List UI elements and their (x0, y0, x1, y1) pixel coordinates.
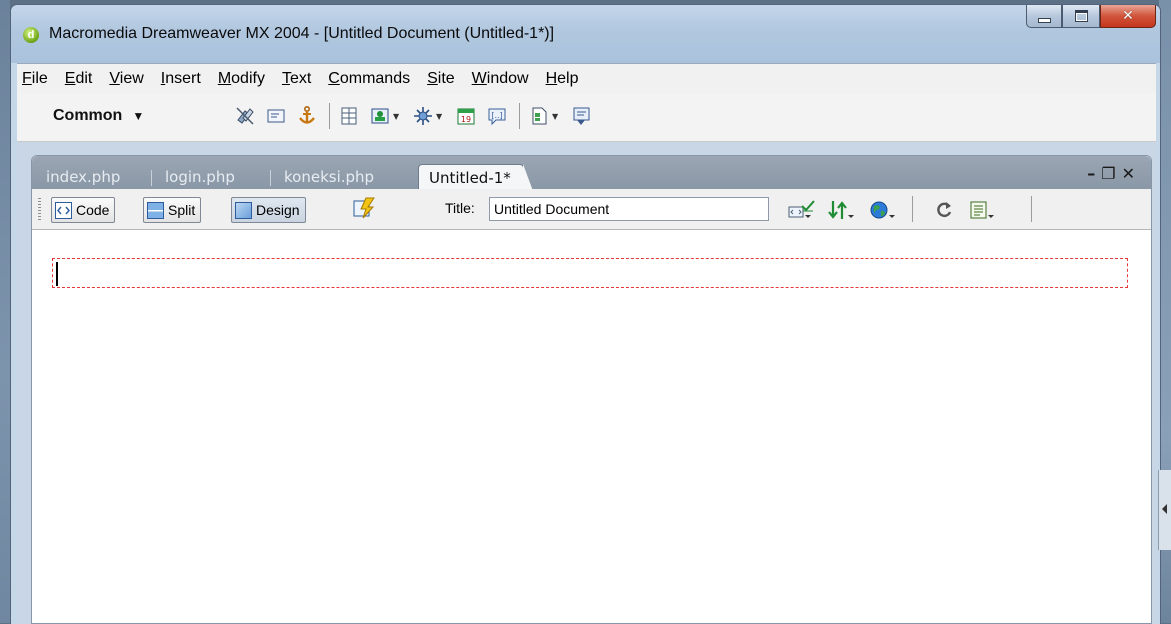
document-minimize-icon[interactable]: – (1087, 164, 1101, 183)
document-window-controls: –❐✕ (1087, 164, 1141, 183)
menu-insert[interactable]: Insert (160, 70, 202, 88)
title-bar[interactable]: d Macromedia Dreamweaver MX 2004 - [Unti… (11, 5, 1160, 63)
email-link-icon[interactable] (265, 105, 287, 127)
tab-separator (270, 170, 271, 186)
code-view-icon (55, 201, 72, 219)
document-toolbar: Code Split Design Title: Untitled Docume… (32, 189, 1151, 230)
document-window: index.php login.php koneksi.php Untitled… (31, 155, 1152, 624)
tab-separator (151, 170, 152, 186)
insert-icons: ▼ ▼ 19 [..] ▼ (234, 102, 602, 130)
comment-icon[interactable]: [..] (486, 105, 508, 127)
window-controls: ✕ (1026, 5, 1156, 28)
tab-index-php[interactable]: index.php (46, 166, 120, 189)
refresh-design-view-icon[interactable] (934, 199, 954, 221)
menu-modify[interactable]: Modify (217, 70, 266, 88)
split-view-icon (147, 201, 164, 219)
design-view-icon (235, 201, 252, 219)
live-data-icon[interactable] (352, 197, 378, 219)
toolbar-separator (329, 103, 330, 129)
toolbar-separator (1031, 196, 1032, 222)
named-anchor-icon[interactable] (296, 105, 318, 127)
panel-collapse-handle[interactable] (1158, 470, 1171, 550)
desktop-background-left (0, 0, 10, 623)
image-icon[interactable] (369, 105, 391, 127)
minimize-icon (1037, 17, 1051, 23)
maximize-icon (1074, 10, 1088, 22)
menu-file[interactable]: File (21, 70, 49, 88)
title-label: Title: (445, 200, 475, 216)
document-tabs: index.php login.php koneksi.php Untitled… (32, 156, 1151, 191)
svg-text:19: 19 (461, 115, 471, 124)
tab-login-php[interactable]: login.php (165, 166, 235, 189)
split-view-button[interactable]: Split (143, 197, 202, 223)
menu-bar: File Edit View Insert Modify Text Comman… (17, 63, 1156, 94)
menu-edit[interactable]: Edit (64, 70, 94, 88)
hyperlink-icon[interactable] (234, 105, 256, 127)
insert-bar: Common ▼ ▼ ▼ 19 [..] ▼ (17, 93, 1156, 142)
document-restore-icon[interactable]: ❐ (1101, 164, 1121, 183)
toolbar-separator (912, 196, 913, 222)
maximize-button[interactable] (1062, 5, 1100, 28)
file-management-icon[interactable] (827, 199, 857, 221)
validate-markup-icon[interactable] (787, 199, 817, 221)
design-view-canvas[interactable] (32, 230, 1151, 623)
design-view-button[interactable]: Design (231, 197, 306, 223)
date-icon[interactable]: 19 (455, 105, 477, 127)
minimize-button[interactable] (1026, 5, 1062, 28)
templates-icon[interactable] (528, 105, 550, 127)
tag-chooser-icon[interactable] (571, 105, 593, 127)
image-dropdown-arrow-icon[interactable]: ▼ (393, 112, 403, 121)
templates-dropdown-arrow-icon[interactable]: ▼ (552, 112, 562, 121)
close-icon: ✕ (1122, 8, 1134, 24)
document-title-input[interactable]: Untitled Document (489, 197, 769, 221)
menu-help[interactable]: Help (545, 70, 580, 88)
svg-text:[..]: [..] (491, 111, 502, 120)
menu-site[interactable]: Site (426, 70, 456, 88)
media-icon[interactable] (412, 105, 434, 127)
media-dropdown-arrow-icon[interactable]: ▼ (436, 112, 446, 121)
dropdown-arrow-icon: ▼ (132, 109, 145, 123)
document-close-icon[interactable]: ✕ (1122, 164, 1141, 183)
tab-koneksi-php[interactable]: koneksi.php (284, 166, 374, 189)
menu-window[interactable]: Window (471, 70, 530, 88)
text-cursor (56, 262, 58, 286)
workspace: index.php login.php koneksi.php Untitled… (17, 142, 1156, 624)
toolbar-grip[interactable] (38, 198, 41, 220)
view-options-icon[interactable] (969, 199, 999, 221)
empty-block-outline[interactable] (52, 258, 1128, 288)
toolbar-separator (519, 103, 520, 129)
close-button[interactable]: ✕ (1100, 5, 1156, 28)
preview-in-browser-icon[interactable] (868, 199, 898, 221)
menu-text[interactable]: Text (281, 70, 312, 88)
app-window: d Macromedia Dreamweaver MX 2004 - [Unti… (10, 4, 1161, 624)
tab-untitled-1[interactable]: Untitled-1* (418, 164, 533, 191)
table-icon[interactable] (338, 105, 360, 127)
dreamweaver-app-icon[interactable]: d (23, 27, 39, 43)
insert-category-dropdown[interactable]: Common ▼ (53, 107, 144, 125)
window-title: Macromedia Dreamweaver MX 2004 - [Untitl… (49, 25, 555, 42)
menu-view[interactable]: View (108, 70, 144, 88)
code-view-button[interactable]: Code (51, 197, 116, 223)
menu-commands[interactable]: Commands (327, 70, 411, 88)
